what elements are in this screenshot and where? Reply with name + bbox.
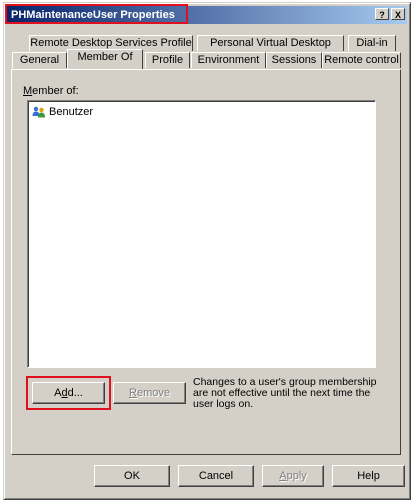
tab-sessions[interactable]: Sessions	[266, 52, 322, 68]
ok-button[interactable]: OK	[94, 465, 170, 487]
group-icon	[32, 106, 45, 118]
tab-remote-control[interactable]: Remote control	[322, 52, 401, 68]
tab-personal-virtual-desktop[interactable]: Personal Virtual Desktop	[197, 35, 344, 51]
help-title-button[interactable]: ?	[375, 8, 389, 20]
tab-profile[interactable]: Profile	[145, 52, 190, 68]
list-item[interactable]: Benutzer	[32, 105, 93, 119]
title-bar[interactable]: PHMaintenanceUser Properties ? X	[5, 4, 407, 24]
tab-environment[interactable]: Environment	[191, 52, 266, 68]
tab-dial-in[interactable]: Dial-in	[348, 35, 396, 51]
member-of-label: Member of:	[23, 85, 79, 97]
close-title-button[interactable]: X	[391, 8, 405, 20]
apply-button: Apply	[262, 465, 324, 487]
tab-member-of[interactable]: Member Of	[67, 49, 143, 69]
add-highlight-box	[26, 376, 111, 410]
tab-general[interactable]: General	[12, 52, 67, 68]
member-of-list[interactable]: Benutzer	[27, 100, 376, 368]
membership-note: Changes to a user's group membership are…	[193, 376, 377, 410]
help-button[interactable]: Help	[332, 465, 405, 487]
cancel-button[interactable]: Cancel	[178, 465, 254, 487]
group-name: Benutzer	[49, 106, 94, 118]
title-highlight-box	[5, 4, 188, 24]
remove-button: Remove	[113, 382, 186, 404]
